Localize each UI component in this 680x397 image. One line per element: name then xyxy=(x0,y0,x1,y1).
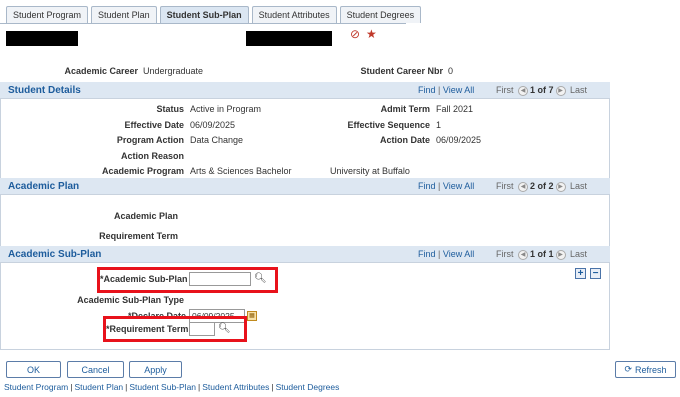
apply-button[interactable]: Apply xyxy=(129,361,182,378)
refresh-button[interactable]: ⟳ Refresh xyxy=(615,361,676,378)
institution-value: University at Buffalo xyxy=(330,166,410,176)
next-arrow-icon[interactable]: ▶ xyxy=(555,85,566,96)
academic-sub-plan-type-label: Academic Sub-Plan Type xyxy=(77,295,184,305)
program-action-label: Program Action xyxy=(116,135,184,145)
delete-row-button[interactable]: − xyxy=(590,268,601,279)
footer-links: Student Program | Student Plan | Student Sub… xyxy=(4,382,340,392)
prev-arrow-icon[interactable]: ◀ xyxy=(518,249,529,260)
academic-sub-plan-find-link[interactable]: Find xyxy=(418,249,436,259)
academic-sub-plan-input[interactable] xyxy=(189,272,251,286)
prev-arrow-icon[interactable]: ◀ xyxy=(518,85,529,96)
admit-term-value: Fall 2021 xyxy=(436,104,474,114)
student-details-title: Student Details xyxy=(8,85,81,96)
academic-sub-plan-title: Academic Sub-Plan xyxy=(8,249,102,260)
academic-plan-find-link[interactable]: Find xyxy=(418,181,436,191)
status-value: Active in Program xyxy=(190,104,262,114)
add-row-button[interactable]: + xyxy=(575,268,586,279)
academic-sub-plan-last-label[interactable]: Last xyxy=(570,249,587,259)
sub-plan-lookup-search-icon[interactable]: 🔍︎ xyxy=(254,273,267,284)
no-entry-icon: ⊘ xyxy=(350,27,361,41)
plan-requirement-term-label: Requirement Term xyxy=(99,231,178,241)
status-label: Status xyxy=(156,104,184,114)
academic-sub-plan-view-all-link[interactable]: View All xyxy=(443,249,474,259)
academic-plan-position: 2 of 2 xyxy=(530,181,554,191)
footer-link-student-program[interactable]: Student Program xyxy=(4,382,68,392)
tab-divider xyxy=(0,23,406,24)
student-details-view-all-link[interactable]: View All xyxy=(443,85,474,95)
page-tabs: Student Program Student Plan Student Sub… xyxy=(6,6,422,23)
ok-button[interactable]: OK xyxy=(6,361,61,378)
calendar-icon[interactable]: ▦ xyxy=(247,311,257,321)
footer-link-student-sub-plan[interactable]: Student Sub-Plan xyxy=(129,382,196,392)
academic-plan-view-all-link[interactable]: View All xyxy=(443,181,474,191)
redacted-student-id xyxy=(6,31,78,46)
academic-plan-title: Academic Plan xyxy=(8,181,80,192)
tab-student-program[interactable]: Student Program xyxy=(6,6,89,23)
cancel-button[interactable]: Cancel xyxy=(67,361,124,378)
sub-plan-requirement-term-label: *Requirement Term xyxy=(106,324,189,334)
program-action-value: Data Change xyxy=(190,135,244,145)
requirement-term-input[interactable] xyxy=(189,322,215,336)
footer-link-student-degrees[interactable]: Student Degrees xyxy=(276,382,340,392)
student-details-pager: First ◀ 1 of 7 ▶ Last xyxy=(496,85,587,96)
academic-sub-plan-find-nav: Find | View All xyxy=(418,249,475,259)
academic-career-label: Academic Career xyxy=(64,66,138,76)
requirement-term-lookup-search-icon[interactable]: 🔍︎ xyxy=(218,323,231,334)
academic-plan-pager: First ◀ 2 of 2 ▶ Last xyxy=(496,181,587,192)
academic-plan-header: Academic Plan Find | View All First ◀ 2 o… xyxy=(0,178,610,195)
footer-link-student-plan[interactable]: Student Plan xyxy=(74,382,123,392)
tab-student-attributes[interactable]: Student Attributes xyxy=(251,6,337,23)
effective-date-label: Effective Date xyxy=(124,120,184,130)
tab-student-degrees[interactable]: Student Degrees xyxy=(339,6,422,23)
student-details-last-label[interactable]: Last xyxy=(570,85,587,95)
prev-arrow-icon[interactable]: ◀ xyxy=(518,181,529,192)
academic-plan-find-nav: Find | View All xyxy=(418,181,475,191)
redacted-student-name xyxy=(246,31,332,46)
footer-link-student-attributes[interactable]: Student Attributes xyxy=(202,382,269,392)
effective-date-value: 06/09/2025 xyxy=(190,120,236,130)
student-details-find-nav: Find | View All xyxy=(418,85,475,95)
student-details-first-label[interactable]: First xyxy=(496,85,514,95)
student-career-nbr-label: Student Career Nbr xyxy=(360,66,443,76)
academic-sub-plan-pager: First ◀ 1 of 1 ▶ Last xyxy=(496,249,587,260)
effective-sequence-label: Effective Sequence xyxy=(347,120,430,130)
academic-career-value: Undergraduate xyxy=(143,66,204,76)
refresh-label: Refresh xyxy=(635,364,667,375)
effective-sequence-value: 1 xyxy=(436,120,442,130)
action-date-value: 06/09/2025 xyxy=(436,135,482,145)
action-date-label: Action Date xyxy=(379,135,430,145)
tab-student-sub-plan[interactable]: Student Sub-Plan xyxy=(159,6,249,23)
academic-sub-plan-label: *Academic Sub-Plan xyxy=(100,274,188,284)
academic-plan-first-label[interactable]: First xyxy=(496,181,514,191)
academic-sub-plan-header: Academic Sub-Plan Find | View All First … xyxy=(0,246,610,263)
action-reason-label: Action Reason xyxy=(120,151,184,161)
academic-plan-label: Academic Plan xyxy=(113,211,178,221)
next-arrow-icon[interactable]: ▶ xyxy=(555,181,566,192)
star-icon: ★ xyxy=(366,27,377,41)
refresh-icon: ⟳ xyxy=(624,364,633,374)
next-arrow-icon[interactable]: ▶ xyxy=(555,249,566,260)
academic-program-label: Academic Program xyxy=(101,166,184,176)
tab-student-plan[interactable]: Student Plan xyxy=(91,6,157,23)
student-details-find-link[interactable]: Find xyxy=(418,85,436,95)
admit-term-label: Admit Term xyxy=(380,104,430,114)
student-career-nbr-value: 0 xyxy=(448,66,454,76)
academic-program-value: Arts & Sciences Bachelor xyxy=(190,166,292,176)
student-details-position: 1 of 7 xyxy=(530,85,554,95)
academic-plan-last-label[interactable]: Last xyxy=(570,181,587,191)
student-details-header: Student Details Find | View All First ◀ 1… xyxy=(0,82,610,99)
academic-sub-plan-position: 1 of 1 xyxy=(530,249,554,259)
academic-sub-plan-first-label[interactable]: First xyxy=(496,249,514,259)
